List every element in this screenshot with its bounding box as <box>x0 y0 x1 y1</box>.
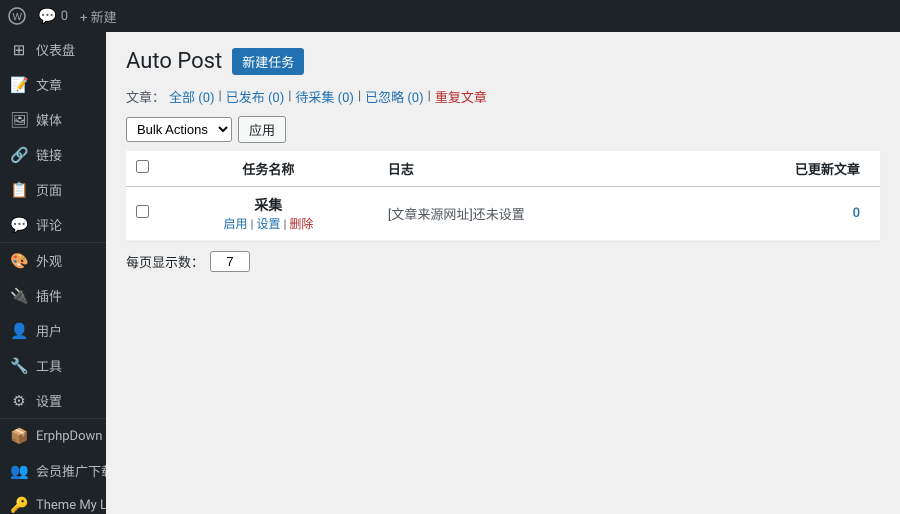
header-task-name: 任务名称 <box>159 151 378 187</box>
sidebar-label-erphpdown: ErphpDown <box>36 429 102 444</box>
row-action-enable[interactable]: 启用 <box>224 217 248 231</box>
settings-icon: ⚙ <box>10 392 28 410</box>
users-icon: 👤 <box>10 322 28 340</box>
sep2: | <box>288 89 291 104</box>
new-content-item[interactable]: + 新建 <box>80 7 117 26</box>
sidebar-label-settings: 设置 <box>36 391 62 410</box>
sep3: | <box>358 89 361 104</box>
tasks-table: 任务名称 日志 已更新文章 采集 启用 | 设置 <box>126 151 880 241</box>
task-name-text: 采集 <box>169 195 368 215</box>
sidebar-label-comments: 评论 <box>36 215 62 234</box>
page-title-bar: Auto Post 新建任务 <box>126 48 880 75</box>
bulk-actions-select[interactable]: Bulk Actions <box>126 117 232 142</box>
select-all-checkbox[interactable] <box>136 160 149 173</box>
sidebar-label-theme-my-login: Theme My Login <box>36 498 106 513</box>
sidebar-item-settings[interactable]: ⚙ 设置 <box>0 383 106 418</box>
sidebar-item-theme-my-login[interactable]: 🔑 Theme My Login <box>0 488 106 514</box>
row-updated-cell: 0 <box>691 187 880 241</box>
filter-published[interactable]: 已发布 (0) <box>226 87 285 106</box>
sidebar-label-membership: 会员推广下载 <box>36 461 106 480</box>
per-page-label: 每页显示数： <box>126 252 204 271</box>
sidebar-item-pages[interactable]: 📋 页面 <box>0 172 106 207</box>
sidebar: ⊞ 仪表盘 📝 文章 🖼 媒体 🔗 链接 📋 页面 💬 评论 🎨 外观 <box>0 32 106 514</box>
row-actions: 启用 | 设置 | 删除 <box>169 215 368 232</box>
row-task-name-cell: 采集 启用 | 设置 | 删除 <box>159 187 378 241</box>
sidebar-item-plugins[interactable]: 🔌 插件 <box>0 278 106 313</box>
per-page-row: 每页显示数： <box>126 251 880 272</box>
header-log: 日志 <box>378 151 691 187</box>
sidebar-item-comments[interactable]: 💬 评论 <box>0 207 106 242</box>
apply-button[interactable]: 应用 <box>238 116 286 143</box>
sidebar-item-posts[interactable]: 📝 文章 <box>0 67 106 102</box>
comment-bubble-icon: 💬 <box>38 7 57 25</box>
filter-pending[interactable]: 待采集 (0) <box>295 87 354 106</box>
page-title: Auto Post <box>126 49 222 74</box>
new-task-button[interactable]: 新建任务 <box>232 48 304 75</box>
sidebar-item-membership[interactable]: 👥 会员推广下载 <box>0 453 106 488</box>
svg-text:W: W <box>13 12 23 23</box>
sidebar-label-plugins: 插件 <box>36 286 62 305</box>
filter-links: 文章： 全部 (0) | 已发布 (0) | 待采集 (0) | 已忽略 (0)… <box>126 87 880 106</box>
table-header-row: 任务名称 日志 已更新文章 <box>126 151 880 187</box>
sidebar-label-pages: 页面 <box>36 180 62 199</box>
header-checkbox-col <box>126 151 159 187</box>
row-log-cell: [文章来源网址]还未设置 <box>378 187 691 241</box>
comments-icon: 💬 <box>10 216 28 234</box>
per-page-input[interactable] <box>210 251 250 272</box>
membership-icon: 👥 <box>10 462 28 480</box>
sidebar-item-dashboard[interactable]: ⊞ 仪表盘 <box>0 32 106 67</box>
new-label: + 新建 <box>80 7 117 26</box>
sidebar-item-tools[interactable]: 🔧 工具 <box>0 348 106 383</box>
filter-label: 文章： <box>126 87 165 106</box>
sidebar-label-tools: 工具 <box>36 356 62 375</box>
appearance-icon: 🎨 <box>10 252 28 270</box>
main-content: Auto Post 新建任务 文章： 全部 (0) | 已发布 (0) | 待采… <box>106 32 900 514</box>
theme-my-login-icon: 🔑 <box>10 496 28 514</box>
sidebar-item-links[interactable]: 🔗 链接 <box>0 137 106 172</box>
table-row: 采集 启用 | 设置 | 删除 [文章来源网址]还未设置 0 <box>126 187 880 241</box>
sep1: | <box>219 89 222 104</box>
sidebar-label-posts: 文章 <box>36 75 62 94</box>
comment-count-item[interactable]: 💬 0 <box>38 7 68 25</box>
sep4: | <box>428 89 431 104</box>
tools-icon: 🔧 <box>10 357 28 375</box>
row-action-settings[interactable]: 设置 <box>256 217 280 231</box>
filter-ignored[interactable]: 已忽略 (0) <box>365 87 424 106</box>
sidebar-label-users: 用户 <box>36 321 62 340</box>
filter-repeat[interactable]: 重复文章 <box>435 87 487 106</box>
sidebar-label-media: 媒体 <box>36 110 62 129</box>
row-action-delete[interactable]: 删除 <box>289 217 313 231</box>
header-updated: 已更新文章 <box>691 151 880 187</box>
wp-logo-icon[interactable]: W <box>8 7 26 25</box>
sidebar-item-users[interactable]: 👤 用户 <box>0 313 106 348</box>
admin-bar: W 💬 0 + 新建 <box>0 0 900 32</box>
bulk-actions-bar: Bulk Actions 应用 <box>126 116 880 143</box>
sidebar-item-media[interactable]: 🖼 媒体 <box>0 102 106 137</box>
filter-all[interactable]: 全部 (0) <box>169 87 215 106</box>
erphpdown-icon: 📦 <box>10 427 28 445</box>
comment-count: 0 <box>61 9 68 24</box>
plugins-icon: 🔌 <box>10 287 28 305</box>
posts-icon: 📝 <box>10 76 28 94</box>
main-layout: ⊞ 仪表盘 📝 文章 🖼 媒体 🔗 链接 📋 页面 💬 评论 🎨 外观 <box>0 32 900 514</box>
sidebar-item-erphpdown[interactable]: 📦 ErphpDown <box>0 419 106 453</box>
sidebar-label-appearance: 外观 <box>36 251 62 270</box>
sidebar-label-dashboard: 仪表盘 <box>36 40 75 59</box>
sidebar-label-links: 链接 <box>36 145 62 164</box>
row-checkbox[interactable] <box>136 205 149 218</box>
pages-icon: 📋 <box>10 181 28 199</box>
dashboard-icon: ⊞ <box>10 41 28 59</box>
sidebar-item-appearance[interactable]: 🎨 外观 <box>0 243 106 278</box>
links-icon: 🔗 <box>10 146 28 164</box>
media-icon: 🖼 <box>10 111 28 129</box>
row-checkbox-cell <box>126 187 159 241</box>
